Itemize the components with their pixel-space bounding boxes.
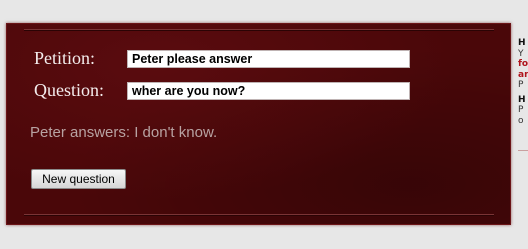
oracle-panel: Petition: Peter please answer Question: …: [7, 24, 510, 224]
bottom-divider: [24, 214, 494, 216]
side-line: H: [518, 38, 526, 48]
question-input[interactable]: wher are you now?: [127, 82, 410, 100]
side-line: P: [518, 105, 524, 115]
side-line: P: [518, 80, 524, 90]
side-line: o: [518, 115, 524, 126]
side-link[interactable]: fo: [518, 59, 528, 70]
question-label: Question:: [34, 80, 104, 100]
side-divider: [518, 150, 528, 151]
side-line: H: [518, 94, 526, 105]
side-link[interactable]: an: [518, 70, 528, 81]
side-line: Y: [518, 48, 524, 59]
answer-text: Peter answers: I don't know.: [30, 124, 218, 141]
top-divider: [24, 29, 494, 31]
petition-input[interactable]: Peter please answer: [127, 50, 410, 68]
new-question-button[interactable]: New question: [31, 169, 126, 189]
side-column-text: H Y fo an P H P o: [518, 38, 528, 158]
petition-label: Petition:: [34, 48, 96, 68]
